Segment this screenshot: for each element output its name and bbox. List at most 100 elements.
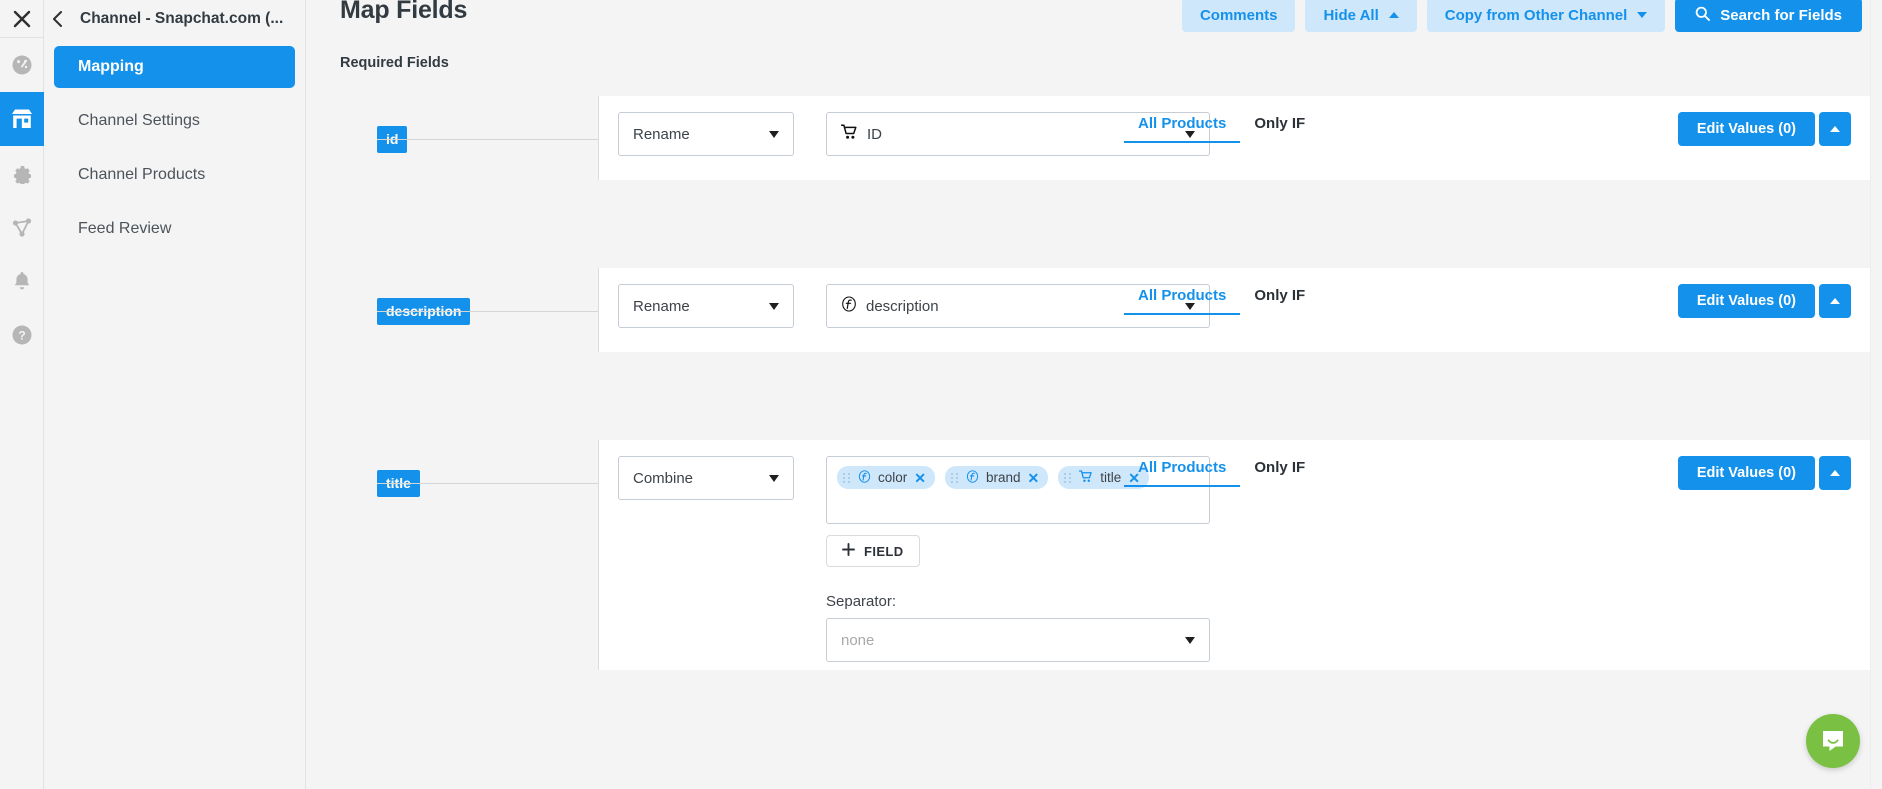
row-gap — [306, 180, 1870, 268]
chevron-left-icon[interactable] — [52, 11, 68, 27]
page-title: Map Fields — [340, 0, 467, 25]
bell-icon[interactable] — [0, 254, 44, 308]
hide-all-button[interactable]: Hide All — [1305, 0, 1416, 32]
drag-handle-icon[interactable] — [1064, 473, 1072, 483]
chevron-down-icon — [1637, 12, 1647, 18]
copy-from-other-channel-button[interactable]: Copy from Other Channel — [1427, 0, 1666, 32]
remove-chip-icon[interactable]: ✕ — [1028, 471, 1040, 485]
app-window: ? Channel - Snapchat.com (... Mapping Ch… — [0, 0, 1882, 789]
caret-up-icon — [1830, 470, 1840, 476]
separator-label: Separator: — [826, 593, 1210, 610]
sidebar-item-feed-review[interactable]: Feed Review — [54, 208, 295, 250]
vertical-scrollbar[interactable] — [1870, 0, 1882, 789]
collapse-row-button[interactable] — [1819, 456, 1851, 490]
toolbar-actions: Comments Hide All Copy from Other Channe… — [1182, 0, 1862, 32]
edit-values-group: Edit Values (0) — [1678, 112, 1870, 146]
source-field-value: ID — [867, 126, 882, 143]
sidebar-nav: Mapping Channel Settings Channel Product… — [44, 38, 305, 250]
source-field-value: description — [866, 298, 939, 315]
drag-handle-icon[interactable] — [951, 473, 959, 483]
share-icon[interactable] — [0, 200, 44, 254]
chevron-down-icon — [769, 131, 779, 138]
mapping-row: title Combine — [306, 440, 1870, 670]
mapping-card: Rename ID — [598, 96, 1870, 180]
tab-all-products[interactable]: All Products — [1124, 459, 1240, 487]
tab-all-products[interactable]: All Products — [1124, 287, 1240, 315]
mode-select[interactable]: Rename — [618, 284, 794, 328]
chip-label: color — [878, 470, 907, 485]
cart-icon — [1079, 470, 1093, 486]
dashboard-icon[interactable] — [0, 38, 44, 92]
chevron-down-icon — [1185, 637, 1195, 644]
function-icon — [841, 296, 857, 316]
collapse-row-button[interactable] — [1819, 112, 1851, 146]
main-content: Map Fields Comments Hide All Copy from O… — [306, 0, 1882, 789]
scope-tabs: All Products Only IF — [1110, 115, 1319, 143]
row-gap — [306, 352, 1870, 440]
tab-only-if[interactable]: Only IF — [1240, 115, 1319, 143]
tab-only-if[interactable]: Only IF — [1240, 287, 1319, 315]
sidebar-item-channel-products[interactable]: Channel Products — [54, 154, 295, 196]
hide-all-label: Hide All — [1323, 7, 1378, 24]
channel-sidebar: Channel - Snapchat.com (... Mapping Chan… — [44, 0, 306, 789]
remove-chip-icon[interactable]: ✕ — [914, 471, 926, 485]
mapping-row: id Rename ID — [306, 96, 1870, 180]
mode-select[interactable]: Combine — [618, 456, 794, 500]
chevron-down-icon — [769, 303, 779, 310]
store-icon[interactable] — [0, 92, 44, 146]
sidebar-header: Channel - Snapchat.com (... — [44, 0, 305, 38]
collapse-row-button[interactable] — [1819, 284, 1851, 318]
mode-select[interactable]: Rename — [618, 112, 794, 156]
separator-select[interactable]: none — [826, 618, 1210, 662]
add-field-button[interactable]: FIELD — [826, 535, 920, 567]
combine-chip[interactable]: color ✕ — [837, 466, 935, 489]
tab-label: All Products — [1138, 459, 1226, 476]
tab-label: Only IF — [1254, 459, 1305, 476]
tab-label: All Products — [1138, 287, 1226, 304]
row-label-area: title — [306, 440, 598, 670]
drag-handle-icon[interactable] — [843, 473, 851, 483]
intercom-chat-icon[interactable] — [1806, 714, 1860, 768]
mapping-row: description Rename description — [306, 268, 1870, 352]
separator-field: none — [826, 618, 1210, 662]
comments-button[interactable]: Comments — [1182, 0, 1296, 32]
scope-tabs: All Products Only IF — [1110, 287, 1319, 315]
row-right-controls: All Products Only IF Edit Values (0) — [1110, 284, 1870, 318]
connector-line — [377, 311, 598, 312]
tab-label: Only IF — [1254, 115, 1305, 132]
caret-up-icon — [1389, 12, 1399, 18]
combine-chip[interactable]: brand ✕ — [945, 466, 1048, 489]
row-label-area: id — [306, 96, 598, 180]
gear-icon[interactable] — [0, 146, 44, 200]
chip-label: brand — [986, 470, 1021, 485]
edit-values-button[interactable]: Edit Values (0) — [1678, 284, 1815, 318]
sidebar-item-channel-settings[interactable]: Channel Settings — [54, 100, 295, 142]
svg-text:?: ? — [18, 329, 25, 343]
close-icon[interactable] — [0, 0, 44, 38]
search-icon — [1695, 6, 1710, 25]
copy-from-other-channel-label: Copy from Other Channel — [1445, 7, 1628, 24]
sidebar-item-mapping[interactable]: Mapping — [54, 46, 295, 88]
tab-all-products[interactable]: All Products — [1124, 115, 1240, 143]
edit-values-button[interactable]: Edit Values (0) — [1678, 112, 1815, 146]
primary-icon-rail: ? — [0, 0, 44, 789]
sidebar-item-label: Feed Review — [78, 220, 171, 238]
sidebar-title: Channel - Snapchat.com (... — [80, 10, 283, 28]
mapping-rows: id Rename ID — [306, 96, 1870, 670]
connector-line — [377, 139, 598, 140]
mapping-card: Combine color — [598, 440, 1870, 670]
plus-icon — [842, 543, 855, 559]
tab-label: All Products — [1138, 115, 1226, 132]
search-for-fields-button[interactable]: Search for Fields — [1675, 0, 1862, 32]
help-icon[interactable]: ? — [0, 308, 44, 362]
mode-value: Combine — [633, 470, 693, 487]
edit-values-button[interactable]: Edit Values (0) — [1678, 456, 1815, 490]
sidebar-item-label: Channel Products — [78, 166, 205, 184]
add-field-label: FIELD — [864, 544, 904, 559]
tab-only-if[interactable]: Only IF — [1240, 459, 1319, 487]
edit-values-group: Edit Values (0) — [1678, 456, 1870, 490]
tab-label: Only IF — [1254, 287, 1305, 304]
mode-value: Rename — [633, 298, 690, 315]
mode-value: Rename — [633, 126, 690, 143]
chevron-down-icon — [769, 475, 779, 482]
